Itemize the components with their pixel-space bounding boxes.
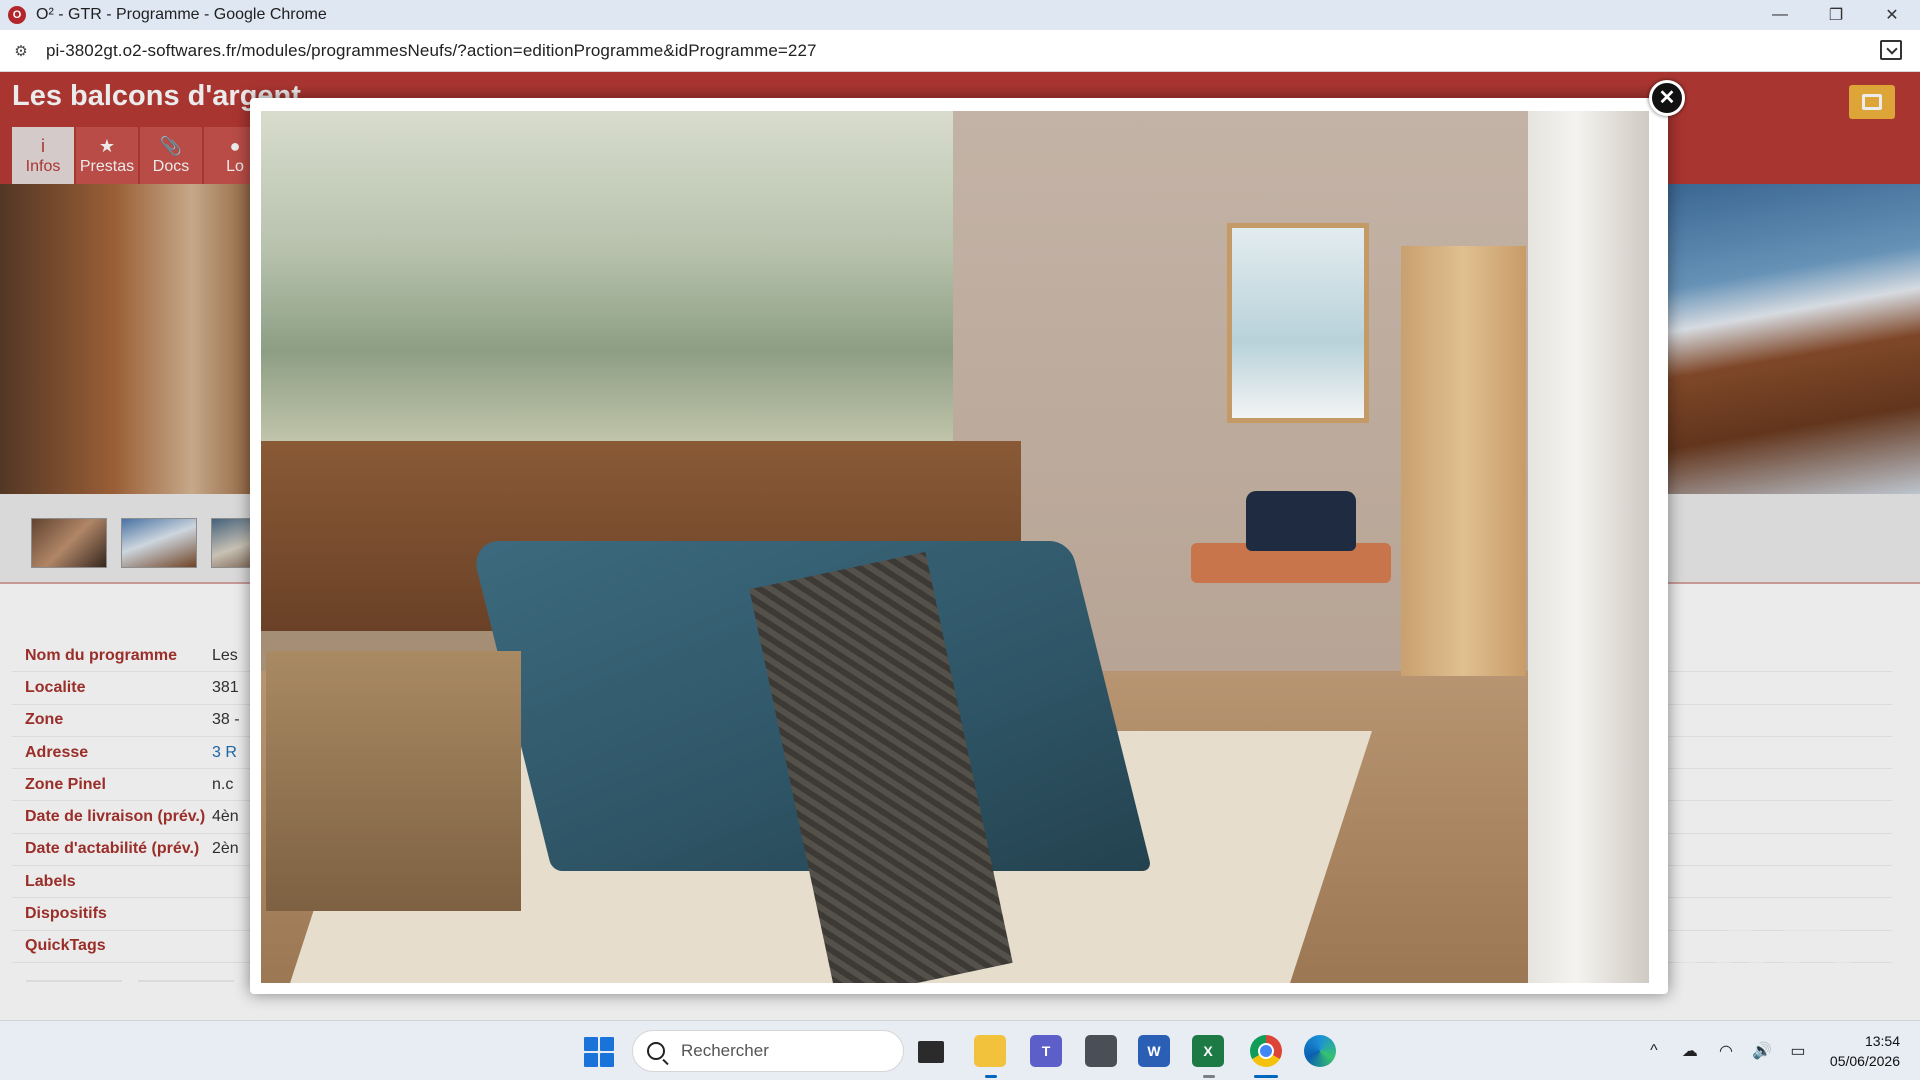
clock-date: 05/06/2026 (1829, 1053, 1900, 1069)
word-icon[interactable]: W (1138, 1035, 1170, 1067)
windows-taskbar: Rechercher T W X ^ ☁ ◠ 🔊 ▭ 13:54 05/06/2… (0, 1020, 1920, 1080)
system-tray: ^ ☁ ◠ 🔊 ▭ 13:54 05/06/2026 (1636, 1021, 1920, 1080)
door-frame (1528, 111, 1649, 983)
url-field[interactable]: pi-3802gt.o2-softwares.fr/modules/progra… (46, 41, 817, 61)
bedroom-photo (261, 111, 1649, 983)
window-controls: — ❐ ✕ (1752, 0, 1920, 30)
battery-icon[interactable]: ▭ (1786, 1041, 1810, 1061)
active-indicator (1203, 1075, 1215, 1078)
task-view-icon[interactable] (918, 1041, 944, 1063)
wifi-icon[interactable]: ◠ (1714, 1041, 1738, 1061)
travel-bag (1246, 491, 1356, 551)
active-indicator (985, 1075, 997, 1078)
close-lightbox-button[interactable]: ✕ (1649, 80, 1685, 116)
clock-time: 13:54 (1864, 1033, 1900, 1049)
windows-start-icon[interactable] (584, 1037, 614, 1067)
search-placeholder: Rechercher (681, 1041, 769, 1060)
volume-icon[interactable]: 🔊 (1750, 1041, 1774, 1061)
minimize-button[interactable]: — (1752, 0, 1808, 30)
ski-poster (1227, 223, 1369, 423)
chevron-up-icon[interactable]: ^ (1642, 1041, 1666, 1061)
site-settings-icon[interactable]: ⚙ (10, 40, 32, 62)
browser-title-bar: O O² - GTR - Programme - Google Chrome —… (0, 0, 1920, 30)
search-icon (647, 1042, 665, 1060)
edge-icon[interactable] (1304, 1035, 1336, 1067)
window-title: O² - GTR - Programme - Google Chrome (36, 6, 327, 23)
calculator-icon[interactable] (1085, 1035, 1117, 1067)
taskbar-search[interactable]: Rechercher (632, 1030, 904, 1072)
active-indicator (1254, 1075, 1278, 1078)
install-app-icon[interactable] (1880, 40, 1902, 60)
nightstand (266, 651, 521, 911)
teams-icon[interactable]: T (1030, 1035, 1062, 1067)
address-bar: ⚙ pi-3802gt.o2-softwares.fr/modules/prog… (0, 30, 1920, 72)
file-explorer-icon[interactable] (974, 1035, 1006, 1067)
chrome-icon[interactable] (1250, 1035, 1282, 1067)
clock[interactable]: 13:54 05/06/2026 (1830, 1031, 1900, 1071)
wood-door (1401, 246, 1526, 676)
lightbox-modal (250, 98, 1668, 994)
close-window-button[interactable]: ✕ (1864, 0, 1920, 30)
o2-app-logo-icon: O (8, 6, 26, 24)
restore-button[interactable]: ❐ (1808, 0, 1864, 30)
excel-icon[interactable]: X (1192, 1035, 1224, 1067)
onedrive-icon[interactable]: ☁ (1678, 1041, 1702, 1061)
